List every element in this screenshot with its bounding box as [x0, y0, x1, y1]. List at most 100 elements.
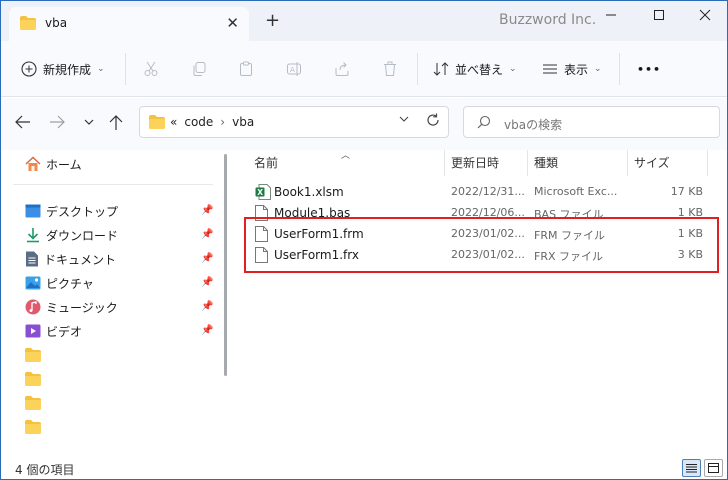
back-arrow-icon[interactable] — [15, 115, 31, 133]
nav-label: ダウンロード — [46, 228, 119, 243]
svg-text:X: X — [257, 188, 263, 197]
refresh-icon[interactable] — [426, 113, 440, 131]
file-size: 17 KB — [670, 185, 703, 198]
nav-item-home[interactable]: ホーム — [25, 154, 82, 174]
column-divider[interactable] — [707, 150, 708, 176]
music-icon — [25, 299, 41, 315]
chevron-down-icon: ⌄ — [97, 64, 105, 74]
sort-ascending-icon: ︿ — [341, 151, 351, 161]
crumb-vba[interactable]: vba — [232, 115, 254, 129]
column-divider[interactable] — [527, 150, 528, 176]
minimize-icon[interactable] — [601, 7, 621, 27]
home-icon — [25, 156, 41, 171]
sort-label: 並べ替え — [455, 62, 504, 77]
pin-icon[interactable]: 📌 — [201, 325, 213, 336]
navigation-pane: ホーム デスクトップ 📌 ダウンロード 📌 ドキュメント 📌 ピクチャ 📌 ミュ… — [1, 150, 233, 456]
sort-icon — [433, 62, 449, 76]
plus-circle-icon — [21, 61, 37, 77]
overflow-crumb[interactable]: « — [170, 115, 177, 129]
pin-icon[interactable]: 📌 — [201, 229, 213, 240]
file-row[interactable]: X Book1.xlsm 2022/12/31... Microsoft Exc… — [249, 182, 719, 203]
item-count: 4 個の項目 — [15, 463, 75, 477]
divider — [13, 184, 213, 185]
search-box[interactable]: vbaの検索 — [463, 106, 720, 138]
watermark: Buzzword Inc. — [499, 12, 597, 28]
share-icon[interactable] — [334, 59, 350, 79]
more-options-icon[interactable]: ••• — [637, 59, 661, 79]
nav-folder[interactable] — [25, 417, 41, 437]
nav-item-desktop[interactable]: デスクトップ — [25, 201, 118, 221]
tab-vba[interactable]: vba ✕ — [9, 7, 249, 41]
scroll-thumb[interactable] — [224, 154, 227, 376]
tab-title: vba — [45, 16, 68, 30]
nav-item-music[interactable]: ミュージック — [25, 297, 118, 317]
column-divider[interactable] — [627, 150, 628, 176]
search-placeholder: vbaの検索 — [504, 118, 563, 132]
close-window-icon[interactable] — [695, 7, 715, 27]
cut-icon[interactable] — [143, 59, 159, 79]
nav-label: ピクチャ — [46, 276, 94, 291]
file-date: 2022/12/31... — [451, 185, 525, 198]
rename-icon[interactable]: A — [286, 59, 302, 79]
column-header-date[interactable]: 更新日時 — [451, 154, 499, 171]
new-button[interactable]: 新規作成 ⌄ — [21, 59, 105, 79]
new-label: 新規作成 — [43, 62, 92, 77]
folder-icon — [20, 16, 36, 33]
close-tab-icon[interactable]: ✕ — [226, 14, 239, 32]
crumb-code[interactable]: code — [184, 115, 213, 129]
delete-icon[interactable] — [382, 59, 398, 79]
paste-icon[interactable] — [238, 59, 254, 79]
up-arrow-icon[interactable] — [109, 115, 123, 135]
divider — [619, 53, 620, 85]
maximize-icon[interactable] — [649, 7, 669, 27]
column-header-type[interactable]: 種類 — [534, 154, 558, 171]
search-icon — [477, 115, 491, 132]
copy-icon[interactable] — [191, 59, 207, 79]
column-header-size[interactable]: サイズ — [634, 154, 670, 171]
pin-icon[interactable]: 📌 — [201, 277, 213, 288]
chevron-down-icon: ⌄ — [509, 64, 517, 74]
nav-folder[interactable] — [25, 345, 41, 365]
pin-icon[interactable]: 📌 — [201, 205, 213, 216]
pin-icon[interactable]: 📌 — [201, 253, 213, 264]
recent-locations-icon[interactable] — [83, 115, 95, 133]
desktop-icon — [25, 204, 41, 218]
view-icon — [543, 64, 557, 74]
folder-icon — [25, 348, 41, 362]
folder-icon — [149, 115, 165, 132]
folder-icon — [25, 420, 41, 434]
nav-label: ビデオ — [46, 324, 83, 339]
document-icon — [26, 251, 38, 267]
video-icon — [25, 324, 41, 338]
address-history-chevron-icon[interactable] — [399, 115, 409, 126]
nav-item-documents[interactable]: ドキュメント — [25, 249, 116, 269]
forward-arrow-icon[interactable] — [49, 115, 65, 133]
nav-folder[interactable] — [25, 369, 41, 389]
highlight-annotation-box — [244, 217, 719, 273]
new-tab-icon[interactable]: + — [265, 12, 280, 30]
divider — [417, 53, 418, 85]
download-icon — [27, 228, 39, 243]
view-label: 表示 — [564, 62, 589, 77]
nav-label: ドキュメント — [44, 252, 117, 267]
nav-label-home: ホーム — [46, 157, 82, 172]
nav-folder[interactable] — [25, 393, 41, 413]
excel-file-icon: X — [255, 184, 271, 203]
status-bar: 4 個の項目 — [1, 456, 727, 479]
details-view-icon[interactable] — [682, 459, 701, 477]
column-header-name[interactable]: 名前 — [254, 154, 278, 171]
nav-label: デスクトップ — [46, 204, 119, 219]
view-button[interactable]: 表示 ⌄ — [542, 59, 602, 79]
folder-icon — [25, 396, 41, 410]
sort-button[interactable]: 並べ替え ⌄ — [433, 59, 517, 79]
nav-item-videos[interactable]: ビデオ — [25, 321, 82, 341]
tiles-view-icon[interactable] — [704, 459, 723, 477]
svg-text:A: A — [290, 66, 295, 74]
nav-item-pictures[interactable]: ピクチャ — [25, 273, 94, 293]
nav-scrollbar[interactable] — [223, 150, 229, 456]
divider — [125, 53, 126, 85]
nav-item-downloads[interactable]: ダウンロード — [25, 225, 118, 245]
crumb-separator: › — [220, 115, 226, 129]
pin-icon[interactable]: 📌 — [201, 301, 213, 312]
column-divider[interactable] — [444, 150, 445, 176]
